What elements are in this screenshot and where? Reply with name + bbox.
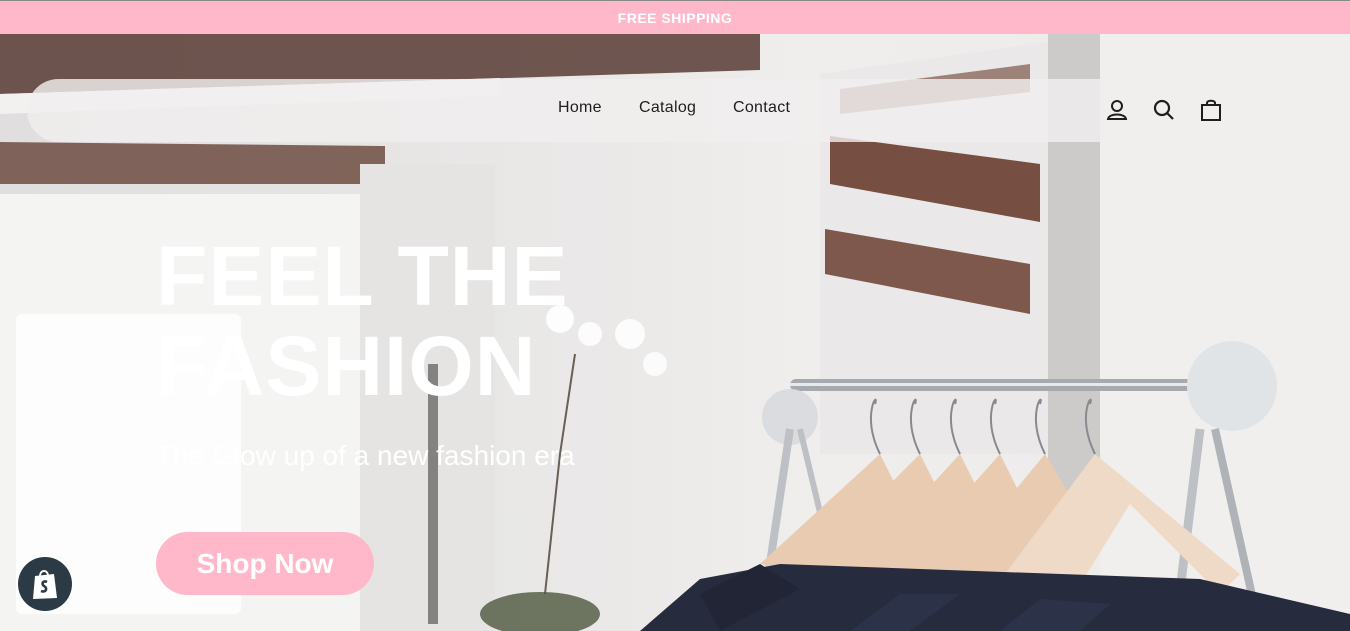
shop-now-button[interactable]: Shop Now (156, 532, 374, 595)
announcement-text: FREE SHIPPING (617, 9, 733, 26)
shopify-bag-icon (33, 570, 57, 599)
nav-contact[interactable]: Contact (733, 99, 790, 117)
search-icon[interactable] (1151, 97, 1177, 123)
hero-subheading: The Glow up of a new fashion era (156, 440, 575, 471)
announcement-bar: FREE SHIPPING (0, 0, 1350, 34)
hero-headline: FEEL THE FASHION (156, 231, 676, 411)
site-header: Home Catalog Contact (27, 79, 1322, 142)
hero-headline-line-2: FASHION (156, 319, 537, 413)
hero-headline-line-1: FEEL THE (156, 229, 569, 323)
nav-home[interactable]: Home (558, 99, 602, 117)
cart-icon[interactable] (1198, 97, 1224, 123)
account-icon[interactable] (1104, 97, 1130, 123)
hero-section: Home Catalog Contact FEEL THE FASHION Th… (0, 34, 1350, 631)
nav-catalog[interactable]: Catalog (639, 99, 696, 117)
shopify-badge[interactable] (18, 557, 72, 611)
